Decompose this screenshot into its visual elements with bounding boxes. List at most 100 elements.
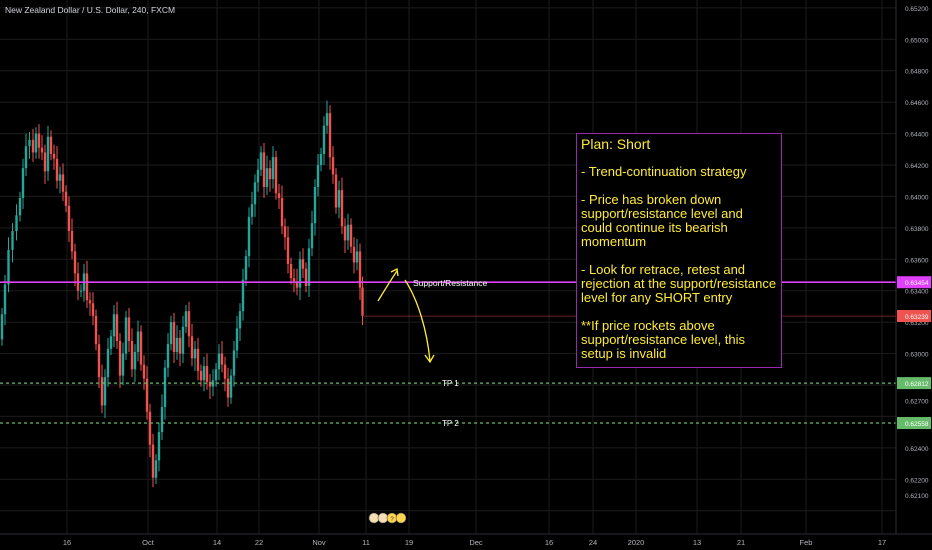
tp1-label: TP 1 [442, 379, 459, 388]
candle-body [334, 174, 338, 208]
candle-body [253, 182, 257, 205]
time-tick-label: Feb [800, 538, 813, 547]
time-tick-label: 16 [63, 538, 71, 547]
candle-body [283, 226, 287, 238]
candle-body [190, 336, 194, 359]
candle-body [322, 125, 326, 154]
candle-body [49, 136, 53, 154]
candle-body [139, 331, 143, 365]
time-tick-label: Dec [469, 538, 483, 547]
candle-body [118, 341, 122, 376]
candle-body [112, 314, 116, 337]
candle-body [178, 337, 182, 354]
candle-body [325, 113, 329, 126]
price-tick-label: 0.63800 [905, 226, 929, 233]
candle-body [79, 290, 83, 292]
price-tick-label: 0.62100 [905, 493, 929, 500]
candle-body [184, 311, 188, 327]
candle-body [229, 375, 233, 398]
price-tick-label: 0.62200 [905, 477, 929, 484]
candle-body [148, 411, 152, 445]
event-badge-icon[interactable] [368, 512, 380, 524]
candle-body [340, 190, 344, 227]
candle-body [352, 246, 356, 263]
price-chart[interactable]: Support/Resistance TP 1 TP 2 0.65200 0.6500… [0, 0, 932, 550]
candle-body [109, 336, 113, 349]
price-tick-label: 0.64400 [905, 132, 929, 139]
candle-body [3, 284, 7, 315]
candle-body [160, 407, 164, 433]
candle-body [163, 367, 167, 407]
candle-body [130, 341, 134, 370]
candle-body [70, 231, 74, 252]
plan-line-1: - Trend-continuation strategy [581, 164, 747, 179]
price-tick-label: 0.63400 [905, 289, 929, 296]
candle-body [316, 165, 320, 187]
candle-body [349, 224, 353, 247]
candle-body [346, 224, 350, 241]
candle-body [52, 154, 56, 159]
candle-body [187, 311, 191, 337]
candle-body [67, 205, 71, 231]
candle-body [43, 152, 47, 172]
symbol-title: New Zealand Dollar / U.S. Dollar, 240, F… [5, 5, 175, 15]
trade-plan-note[interactable]: Plan: Short - Trend-continuation strateg… [576, 133, 782, 368]
candle-body [277, 193, 281, 198]
price-tick-label: 0.64600 [905, 100, 929, 107]
candle-body [58, 174, 62, 181]
candle-body [286, 237, 290, 264]
candle-body [361, 287, 364, 316]
candle-body [142, 364, 146, 379]
candle-body [154, 460, 158, 478]
candle-body [21, 168, 25, 198]
time-tick-label: 13 [693, 538, 701, 547]
candle-body [271, 157, 275, 180]
candle-body [247, 216, 251, 257]
candle-body [133, 352, 137, 370]
price-tick-label: 0.64800 [905, 69, 929, 76]
candle-body [250, 204, 254, 217]
candle-body [37, 133, 41, 148]
candle-body [274, 157, 278, 194]
candle-body [175, 337, 179, 352]
candle-body [205, 366, 209, 382]
event-badge-icon[interactable] [377, 512, 389, 524]
candle-body [15, 215, 18, 231]
time-tick-label: 11 [362, 538, 370, 547]
candle-body [61, 174, 65, 192]
candle-body [94, 315, 98, 345]
candle-body [331, 157, 335, 175]
price-tick-label: 0.64200 [905, 163, 929, 170]
candle-body [172, 322, 176, 352]
time-tick-label: 14 [213, 538, 221, 547]
price-tag-label: 0.62558 [905, 421, 929, 428]
candle-body [262, 152, 266, 187]
candle-body [217, 353, 221, 370]
candle-body [265, 168, 269, 187]
candle-body [244, 256, 248, 280]
chart-background [0, 0, 932, 550]
candle-body [343, 226, 347, 241]
candle-body [355, 251, 359, 263]
time-tick-label: 22 [255, 538, 263, 547]
time-tick-label: 21 [737, 538, 745, 547]
time-tick-label: 16 [545, 538, 553, 547]
candle-body [307, 248, 311, 286]
candle-body [304, 268, 308, 286]
price-tag-label: 0.63454 [905, 280, 929, 287]
time-tick-label: 17 [878, 538, 886, 547]
candle-body [241, 279, 245, 312]
event-badge-icon[interactable] [395, 512, 407, 524]
candle-body [106, 348, 110, 378]
candle-body [202, 366, 206, 381]
price-axis[interactable]: 0.65200 0.65000 0.64800 0.64600 0.64400 0.642… [895, 0, 932, 550]
candle-body [103, 377, 107, 406]
candle-body [28, 139, 31, 147]
candle-body [136, 331, 140, 352]
candle-body [46, 136, 50, 172]
candle-body [100, 377, 104, 406]
candle-body [214, 369, 218, 381]
candle-body [157, 432, 161, 461]
candle-body [301, 259, 305, 269]
plan-title: Plan: Short [581, 136, 651, 152]
